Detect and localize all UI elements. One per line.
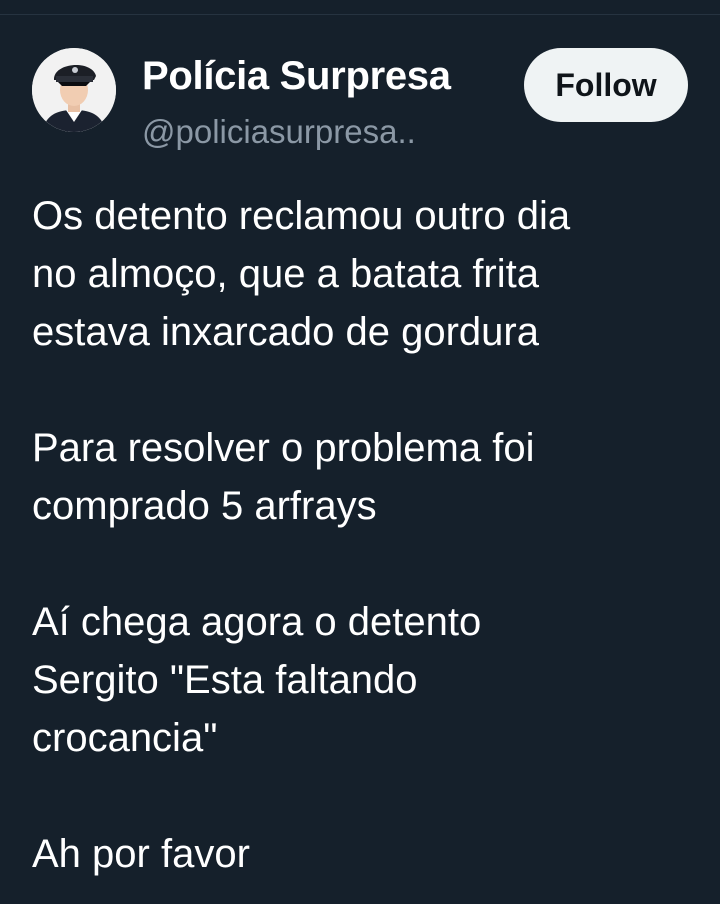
tweet-paragraph: Ah por favor xyxy=(32,825,692,883)
tweet-line: Aí chega agora o detento xyxy=(32,600,482,644)
tweet-line: no almoço, que a batata frita xyxy=(32,252,539,296)
tweet-line: estava inxarcado de gordura xyxy=(32,310,539,354)
tweet-paragraph: Os detento reclamou outro dia no almoço,… xyxy=(32,187,692,361)
tweet-paragraph: Para resolver o problema foi comprado 5 … xyxy=(32,419,692,535)
tweet-header: Polícia Surpresa @policiasurpresa.. Foll… xyxy=(30,46,690,150)
tweet-line: Sergito "Esta faltando xyxy=(32,658,418,702)
author-name[interactable]: Polícia Surpresa xyxy=(142,52,451,100)
tweet-line: Ah por favor xyxy=(32,832,250,876)
author-handle[interactable]: @policiasurpresa.. xyxy=(142,112,416,152)
tweet-line: Os detento reclamou outro dia xyxy=(32,194,571,238)
tweet-text: Os detento reclamou outro dia no almoço,… xyxy=(32,187,692,883)
follow-button[interactable]: Follow xyxy=(524,48,688,122)
police-officer-avatar-icon xyxy=(32,48,116,132)
tweet-line: Para resolver o problema foi xyxy=(32,426,535,470)
tweet-line: crocancia" xyxy=(32,716,218,760)
top-divider xyxy=(0,14,720,15)
tweet-paragraph: Aí chega agora o detento Sergito "Esta f… xyxy=(32,593,692,767)
avatar[interactable] xyxy=(32,48,116,132)
tweet-line: comprado 5 arfrays xyxy=(32,484,377,528)
